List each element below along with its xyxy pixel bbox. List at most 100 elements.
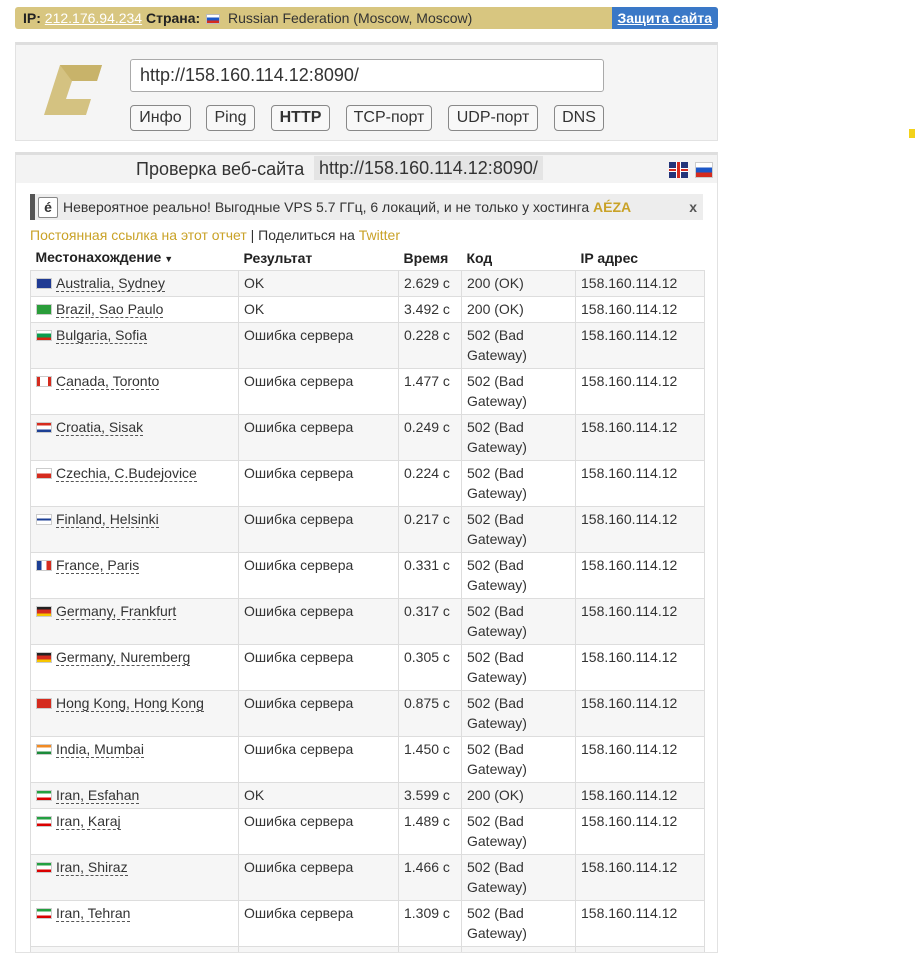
code-line: Gateway)	[467, 577, 527, 593]
share-prefix: Поделиться на	[258, 227, 355, 243]
ip-cell: 158.160.114.12	[575, 690, 705, 737]
result-cell: Ошибка сервера	[238, 900, 399, 947]
column-header-location[interactable]: Местонахождение ▼	[31, 246, 239, 271]
ip-cell: 158.160.114.12	[575, 296, 705, 323]
location-link[interactable]: Hong Kong, Hong Kong	[56, 695, 204, 712]
code-cell: 502 (Bad Gateway)	[461, 808, 576, 855]
table-row: Germany, Frankfurt Ошибка сервера 0.317 с5…	[30, 598, 705, 645]
result-cell: Ошибка сервера	[238, 690, 399, 737]
country-flag-icon	[36, 606, 52, 617]
code-line: 502 (Bad	[467, 327, 524, 343]
result-cell: Ошибка сервера	[238, 736, 399, 783]
time-cell: 0.331 с	[398, 552, 462, 599]
country-flag-icon	[36, 376, 52, 387]
country-flag-icon	[36, 330, 52, 341]
location-link[interactable]: Finland, Helsinki	[56, 511, 159, 528]
tcp-port-button[interactable]: TCP-порт	[346, 105, 432, 131]
code-cell: 502 (Bad Gateway)	[461, 854, 576, 901]
ip-cell: 158.160.114.12	[575, 460, 705, 507]
ip-cell: 158.160.114.12	[575, 414, 705, 461]
table-row: Germany, Nuremberg Ошибка сервера 0.305 с5…	[30, 644, 705, 691]
column-header-code: Код	[466, 250, 493, 266]
ip-cell: 158.160.114.12	[575, 644, 705, 691]
code-line: 502 (Bad	[467, 373, 524, 389]
location-link[interactable]: Germany, Nuremberg	[56, 649, 191, 666]
country-flag-icon	[36, 790, 52, 801]
location-cell: Czechia, C.Budejovice	[30, 460, 239, 507]
location-link[interactable]: Australia, Sydney	[56, 275, 165, 292]
country-flag-icon	[36, 652, 52, 663]
country-flag-icon	[36, 468, 52, 479]
code-cell: 502 (Bad Gateway)	[461, 368, 576, 415]
code-line: 200 (OK)	[467, 275, 524, 291]
ip-cell: 158.160.114.12	[575, 808, 705, 855]
code-line: Gateway)	[467, 531, 527, 547]
code-cell: 502 (Bad Gateway)	[461, 322, 576, 369]
ad-brand[interactable]: AÉZA	[593, 199, 631, 215]
info-button[interactable]: Инфо	[130, 105, 191, 131]
location-link[interactable]: Iran, Karaj	[56, 813, 121, 830]
ad-close-button[interactable]: x	[689, 194, 697, 220]
table-row: Croatia, Sisak Ошибка сервера 0.249 с 502 (…	[30, 414, 705, 461]
location-link[interactable]: Bulgaria, Sofia	[56, 327, 148, 344]
protect-site-button[interactable]: Защита сайта	[611, 7, 718, 29]
table-row: Iran, Tehran Ошибка сервера 1.309 с 502 (Ba…	[30, 900, 705, 947]
location-link[interactable]: Iran, Shiraz	[56, 859, 128, 876]
result-cell: Ошибка сервера	[238, 644, 399, 691]
result-cell: Ошибка сервера	[238, 506, 399, 553]
udp-port-button[interactable]: UDP-порт	[448, 105, 538, 131]
sort-down-icon: ▼	[164, 254, 174, 264]
country-flag-icon	[36, 304, 52, 315]
ip-cell: 158.160.114.12	[575, 854, 705, 901]
result-cell: Ошибка сервера	[238, 552, 399, 599]
location-cell: Canada, Toronto	[30, 368, 239, 415]
code-line: Gateway)	[467, 393, 527, 409]
ip-cell: 158.160.114.12	[575, 598, 705, 645]
permalink-link[interactable]: Постоянная ссылка на этот отчет	[30, 227, 247, 243]
result-cell: Ошибка сервера	[238, 946, 399, 952]
code-line: 502 (Bad	[467, 859, 524, 875]
time-cell: 0.224 с	[398, 460, 462, 507]
location-link[interactable]: India, Mumbai	[56, 741, 144, 758]
code-line: 502 (Bad	[467, 813, 524, 829]
english-language-icon[interactable]	[669, 162, 688, 178]
location-link[interactable]: Iran, Tehran	[56, 905, 131, 922]
dns-button[interactable]: DNS	[554, 105, 604, 131]
time-cell: 0.228 с	[398, 322, 462, 369]
time-cell: 1.542 с	[398, 946, 462, 952]
location-link[interactable]: Croatia, Sisak	[56, 419, 144, 436]
code-line: Gateway)	[467, 669, 527, 685]
code-line: 502 (Bad	[467, 419, 524, 435]
share-twitter-link[interactable]: Twitter	[359, 227, 400, 243]
code-line: Gateway)	[467, 439, 527, 455]
code-cell: 502 (Bad Gateway)	[461, 736, 576, 783]
result-cell: Ошибка сервера	[238, 368, 399, 415]
table-header-row: Местонахождение ▼ Результат Время Код IP …	[31, 246, 705, 271]
table-row: India, Mumbai Ошибка сервера 1.450 с 502 (B…	[30, 736, 705, 783]
russian-language-icon[interactable]	[695, 162, 713, 178]
location-link[interactable]: Czechia, C.Budejovice	[56, 465, 197, 482]
result-cell: OK	[238, 296, 399, 323]
location-link[interactable]: Canada, Toronto	[56, 373, 160, 390]
code-cell: 502 (Bad Gateway)	[461, 690, 576, 737]
url-input[interactable]: http://158.160.114.12:8090/	[130, 59, 604, 92]
location-link[interactable]: Germany, Frankfurt	[56, 603, 177, 620]
location-link[interactable]: Iran, Esfahan	[56, 787, 140, 804]
location-cell: Finland, Helsinki	[30, 506, 239, 553]
location-link[interactable]: Brazil, Sao Paulo	[56, 301, 164, 318]
site-logo-icon[interactable]	[42, 61, 104, 119]
code-cell: 502 (Bad Gateway)	[461, 506, 576, 553]
http-button[interactable]: HTTP	[271, 105, 330, 131]
code-line: 502 (Bad	[467, 603, 524, 619]
info-bar: IP: 212.176.94.234 Страна: Russian Feder…	[15, 7, 718, 29]
ping-button[interactable]: Ping	[206, 105, 255, 131]
ad-text-line: Невероятное реально! Выгодные VPS 5.7 ГГ…	[63, 194, 631, 220]
location-cell: Israel, Netanya	[30, 946, 239, 952]
location-link[interactable]: France, Paris	[56, 557, 140, 574]
ip-link[interactable]: 212.176.94.234	[45, 10, 142, 26]
ad-banner[interactable]: é Невероятное реально! Выгодные VPS 5.7 …	[30, 194, 703, 220]
location-cell: Iran, Karaj	[30, 808, 239, 855]
country-flag-icon	[36, 744, 52, 755]
code-line: 502 (Bad	[467, 465, 524, 481]
time-cell: 3.599 с	[398, 782, 462, 809]
